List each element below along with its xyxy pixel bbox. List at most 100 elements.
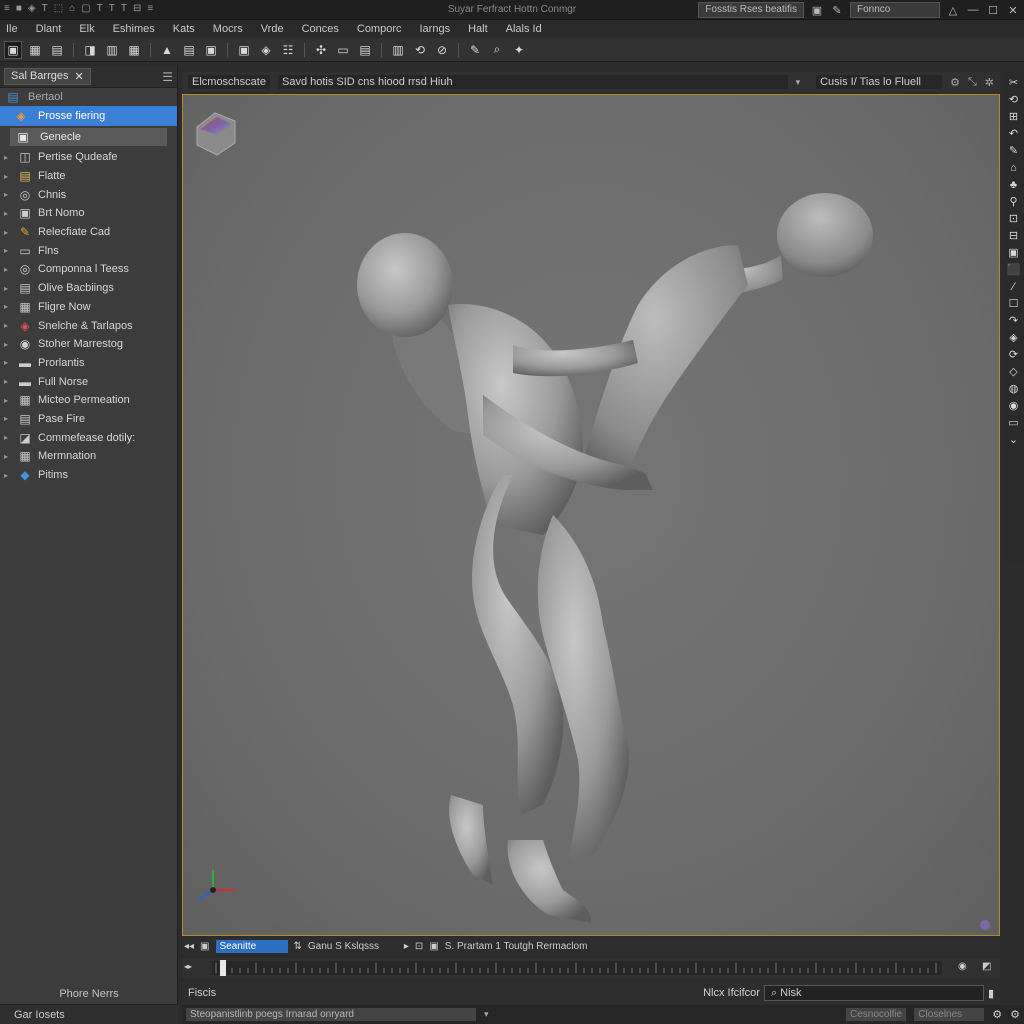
maximize-button[interactable]: ☐: [986, 4, 1000, 17]
gear-icon[interactable]: ⚙: [1010, 1008, 1020, 1021]
expand-arrow-icon[interactable]: ▸: [4, 396, 12, 405]
menu-item[interactable]: Halt: [468, 23, 488, 35]
close-button[interactable]: ✕: [1006, 4, 1020, 17]
sparkle-icon[interactable]: ✲: [985, 76, 994, 89]
camera-selector[interactable]: Ganu S Kslqsss: [308, 941, 398, 952]
expand-arrow-icon[interactable]: ▸: [4, 321, 12, 330]
title-search-field[interactable]: Fonnco: [850, 2, 940, 18]
menu-item[interactable]: Iarngs: [420, 23, 451, 35]
side-tool-icon[interactable]: ▭: [1008, 416, 1018, 430]
timeline-ruler[interactable]: ◂▸ ◉ ◩: [182, 958, 1000, 978]
menu-item[interactable]: Ile: [6, 23, 18, 35]
tree-item[interactable]: ▸ ▦ Fligre Now: [0, 298, 177, 317]
search-input[interactable]: ⌕ Nisk: [763, 985, 984, 1001]
toolbar-button-icon[interactable]: ✎: [466, 41, 484, 59]
expand-icon[interactable]: ⤡: [968, 76, 977, 89]
toolbar-button-icon[interactable]: ⟲: [411, 41, 429, 59]
expand-arrow-icon[interactable]: ▸: [4, 246, 12, 255]
tree-item[interactable]: ▸ ◪ Commefease dotily:: [0, 428, 177, 447]
minimize-button[interactable]: —: [966, 4, 980, 16]
side-tool-icon[interactable]: ✎: [1009, 144, 1018, 158]
expand-arrow-icon[interactable]: ▸: [4, 433, 12, 442]
expand-arrow-icon[interactable]: ▸: [4, 190, 12, 199]
side-tool-icon[interactable]: ⌂: [1010, 161, 1017, 175]
tree-item[interactable]: ▸ ◎ Componna l Teess: [0, 260, 177, 279]
chevron-down-icon[interactable]: ▾: [796, 77, 801, 88]
view-cube-icon[interactable]: [196, 112, 236, 156]
tree-item[interactable]: ▸ ▭ Flns: [0, 241, 177, 260]
menu-item[interactable]: Vrde: [261, 23, 284, 35]
edit-icon[interactable]: ✎: [830, 4, 844, 17]
toolbar-button-icon[interactable]: ▦: [125, 41, 143, 59]
menu-item[interactable]: Mocrs: [213, 23, 243, 35]
expand-arrow-icon[interactable]: ▸: [4, 377, 12, 386]
expand-arrow-icon[interactable]: ▸: [4, 228, 12, 237]
side-tool-icon[interactable]: ⚲: [1009, 195, 1017, 209]
tree-item[interactable]: ▸ ▦ Mermnation: [0, 447, 177, 466]
camera-dropdown-icon[interactable]: ▸: [404, 941, 409, 952]
playhead-handle[interactable]: [220, 960, 226, 976]
expand-arrow-icon[interactable]: ▸: [4, 172, 12, 181]
record-icon[interactable]: ◉: [958, 961, 967, 972]
panel-footer[interactable]: Gar Iosets: [0, 1004, 178, 1024]
expand-arrow-icon[interactable]: ▸: [4, 302, 12, 311]
expand-arrow-icon[interactable]: ▸: [4, 265, 12, 274]
menu-item[interactable]: Kats: [173, 23, 195, 35]
side-tool-icon[interactable]: ⊡: [1009, 212, 1018, 226]
side-tool-icon[interactable]: ⟲: [1009, 93, 1018, 107]
grid-icon[interactable]: ▣: [429, 941, 438, 952]
figure-right[interactable]: [578, 193, 873, 487]
figure-left[interactable]: [357, 233, 653, 923]
toolbar-button-icon[interactable]: ▣: [4, 40, 22, 59]
expand-arrow-icon[interactable]: ▸: [4, 452, 12, 461]
tree-root[interactable]: ▤ Bertaol: [0, 88, 177, 106]
toolbar-button-icon[interactable]: ▭: [334, 41, 352, 59]
menu-item[interactable]: Eshimes: [113, 23, 155, 35]
side-tool-icon[interactable]: ♣: [1010, 178, 1017, 192]
close-tab-icon[interactable]: ✕: [74, 70, 83, 83]
clear-search-icon[interactable]: ▮: [988, 987, 994, 1000]
expand-arrow-icon[interactable]: ▸: [4, 471, 12, 480]
scene-name-field[interactable]: Savd hotis SID cns hiood rrsd Hiuh: [277, 75, 788, 89]
rewind-icon[interactable]: ◂◂: [184, 941, 194, 952]
settings-icon[interactable]: ⚙: [950, 76, 960, 89]
toolbar-button-icon[interactable]: ▤: [48, 41, 66, 59]
menu-item[interactable]: Dlant: [36, 23, 62, 35]
folder-icon[interactable]: ▣: [200, 941, 209, 952]
warning-icon[interactable]: △: [946, 4, 960, 17]
tree-item[interactable]: ▸ ◉ Stoher Marrestog: [0, 335, 177, 354]
side-tool-icon[interactable]: ☐: [1009, 297, 1019, 311]
expand-arrow-icon[interactable]: ▸: [4, 209, 12, 218]
menu-item[interactable]: Elk: [79, 23, 94, 35]
tree-item[interactable]: ▸ ▤ Pase Fire: [0, 410, 177, 429]
menu-item[interactable]: Alals Id: [506, 23, 542, 35]
frame-icon[interactable]: ⊡: [415, 941, 423, 952]
toolbar-button-icon[interactable]: ▥: [389, 41, 407, 59]
tree-item-selected[interactable]: ◈ Prosse fiering: [0, 106, 177, 126]
side-tool-icon[interactable]: ↶: [1009, 127, 1018, 141]
chevron-down-icon[interactable]: ▾: [484, 1009, 489, 1020]
toolbar-button-icon[interactable]: ▲: [158, 41, 176, 59]
side-tool-icon[interactable]: ⌄: [1009, 433, 1018, 447]
menu-item[interactable]: Comporc: [357, 23, 402, 35]
toolbar-button-icon[interactable]: ✦: [510, 41, 528, 59]
expand-arrow-icon[interactable]: ▸: [4, 153, 12, 162]
side-tool-icon[interactable]: ⊟: [1009, 229, 1018, 243]
panel-menu-icon[interactable]: ☰: [162, 70, 173, 84]
toolbar-button-icon[interactable]: ▥: [103, 41, 121, 59]
tree-subitem[interactable]: ▣ Genecle: [10, 128, 167, 146]
side-tool-icon[interactable]: ◍: [1009, 382, 1019, 396]
tree-item[interactable]: ▸ ◈ Snelche & Tarlapos: [0, 316, 177, 335]
tree-item[interactable]: ▸ ▬ Full Norse: [0, 372, 177, 391]
expand-arrow-icon[interactable]: ▸: [4, 284, 12, 293]
tree-item[interactable]: ▸ ▦ Micteo Permeation: [0, 391, 177, 410]
toolbar-button-icon[interactable]: ☷: [279, 41, 297, 59]
toolbar-button-icon[interactable]: ⊘: [433, 41, 451, 59]
side-tool-icon[interactable]: ⬛: [1007, 263, 1021, 277]
side-tool-icon[interactable]: ▣: [1008, 246, 1018, 260]
toolbar-button-icon[interactable]: ▣: [235, 41, 253, 59]
side-tool-icon[interactable]: ⊞: [1009, 110, 1018, 124]
side-tool-icon[interactable]: ◉: [1009, 399, 1019, 413]
side-tool-icon[interactable]: ◈: [1009, 331, 1017, 345]
status-field[interactable]: Steopanistlinb poegs Irnarad onryard: [186, 1008, 476, 1021]
